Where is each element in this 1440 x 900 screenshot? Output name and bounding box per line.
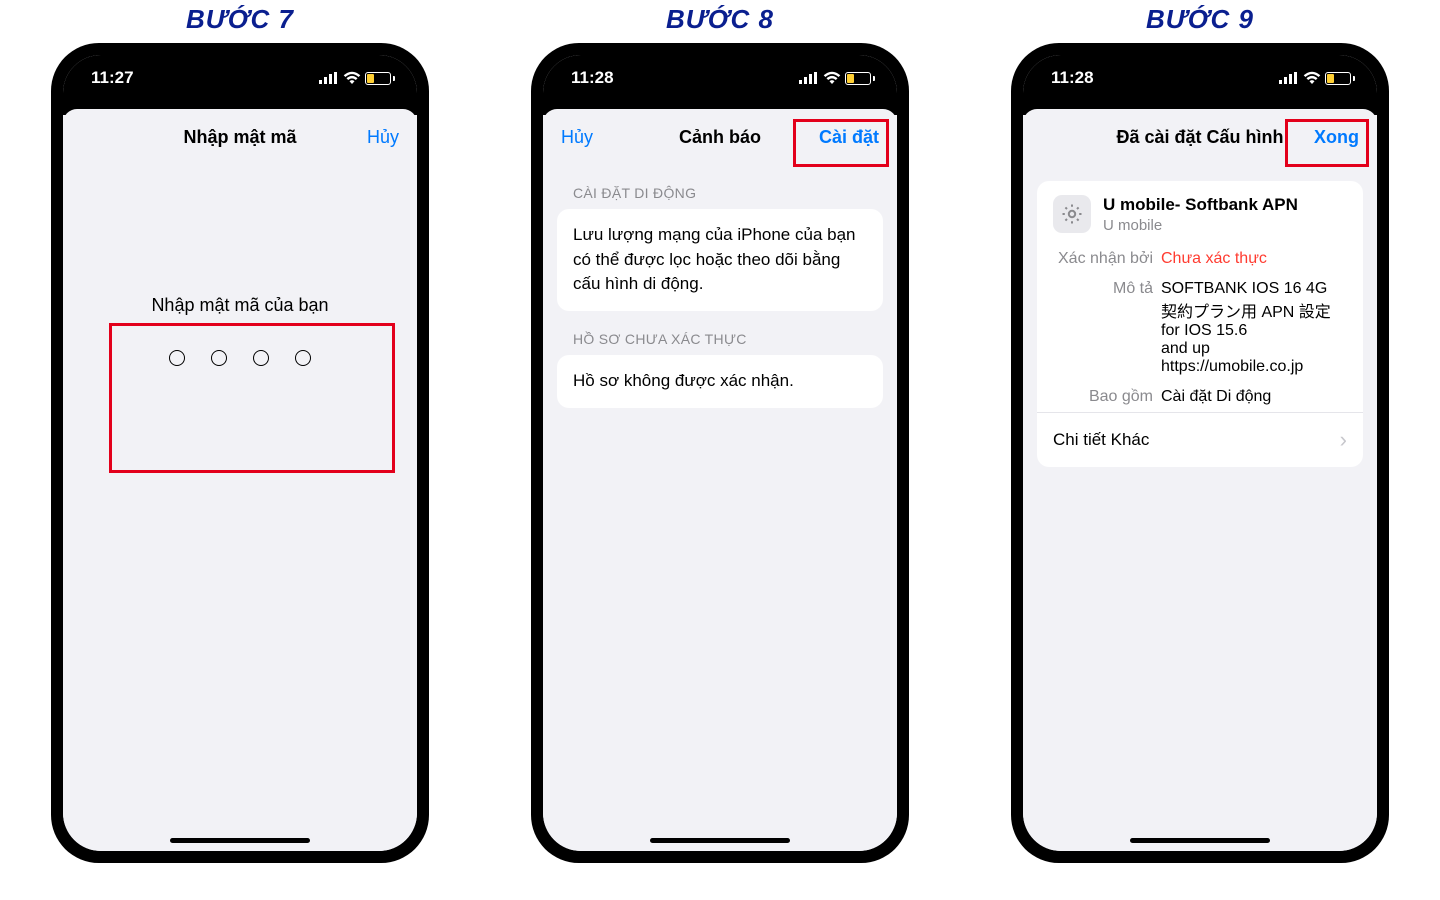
more-details-row[interactable]: Chi tiết Khác ›: [1037, 412, 1363, 467]
passcode-prompt: Nhập mật mã của bạn: [77, 295, 403, 316]
passcode-dots[interactable]: [77, 350, 403, 366]
battery-icon: [845, 72, 875, 85]
nav-bar: Hủy Cảnh báo Cài đặt: [543, 109, 897, 165]
signal-icon: [319, 72, 339, 84]
done-button[interactable]: Xong: [1314, 127, 1359, 148]
home-indicator[interactable]: [650, 838, 790, 843]
phone-frame-9: 11:28 Đã cài đặt Cấu hình Xong: [1011, 43, 1389, 863]
wifi-icon: [823, 71, 841, 85]
chevron-right-icon: ›: [1340, 427, 1347, 453]
profile-card: U mobile- Softbank APN U mobile Xác nhận…: [1037, 181, 1363, 467]
signal-icon: [1279, 72, 1299, 84]
wifi-icon: [1303, 71, 1321, 85]
phone-frame-8: 11:28 Hủy Cảnh báo Cài đặt CÀI: [531, 43, 909, 863]
gear-icon: [1053, 195, 1091, 233]
more-details-label: Chi tiết Khác: [1053, 430, 1149, 450]
passcode-dot: [211, 350, 227, 366]
status-time: 11:28: [1051, 68, 1094, 88]
status-bar: 11:28: [543, 55, 897, 101]
passcode-dot: [169, 350, 185, 366]
signed-by-label: Xác nhận bởi: [1053, 250, 1161, 268]
home-indicator[interactable]: [170, 838, 310, 843]
install-button[interactable]: Cài đặt: [819, 127, 879, 148]
status-bar: 11:28: [1023, 55, 1377, 101]
cellular-warning-text: Lưu lượng mạng của iPhone của bạn có thể…: [557, 209, 883, 311]
phone-frame-7: 11:27: [51, 43, 429, 863]
group-header-unverified: HỒ SƠ CHƯA XÁC THỰC: [557, 311, 883, 355]
signed-by-value: Chưa xác thực: [1161, 250, 1347, 268]
battery-icon: [365, 72, 395, 85]
unverified-warning-text: Hồ sơ không được xác nhận.: [557, 355, 883, 408]
step-7-label: BƯỚC 7: [186, 4, 294, 35]
cancel-button[interactable]: Hủy: [561, 127, 593, 148]
cancel-button[interactable]: Hủy: [367, 127, 399, 148]
nav-bar: Đã cài đặt Cấu hình Xong: [1023, 109, 1377, 165]
description-label: Mô tả: [1053, 280, 1161, 376]
home-indicator[interactable]: [1130, 838, 1270, 843]
status-time: 11:27: [91, 68, 134, 88]
nav-bar: Nhập mật mã Hủy: [63, 109, 417, 165]
wifi-icon: [343, 71, 361, 85]
description-value: SOFTBANK IOS 16 4G 契約プラン用 APN 設定 for IOS…: [1161, 280, 1347, 376]
step-8-label: BƯỚC 8: [666, 4, 774, 35]
step-9-label: BƯỚC 9: [1146, 4, 1254, 35]
signal-icon: [799, 72, 819, 84]
passcode-dot: [253, 350, 269, 366]
status-time: 11:28: [571, 68, 614, 88]
battery-icon: [1325, 72, 1355, 85]
contains-label: Bao gồm: [1053, 388, 1161, 406]
group-header-cellular: CÀI ĐẶT DI ĐỘNG: [557, 165, 883, 209]
profile-title: U mobile- Softbank APN: [1103, 195, 1298, 215]
profile-publisher: U mobile: [1103, 217, 1298, 234]
passcode-dot: [295, 350, 311, 366]
status-bar: 11:27: [63, 55, 417, 101]
contains-value: Cài đặt Di động: [1161, 388, 1347, 406]
